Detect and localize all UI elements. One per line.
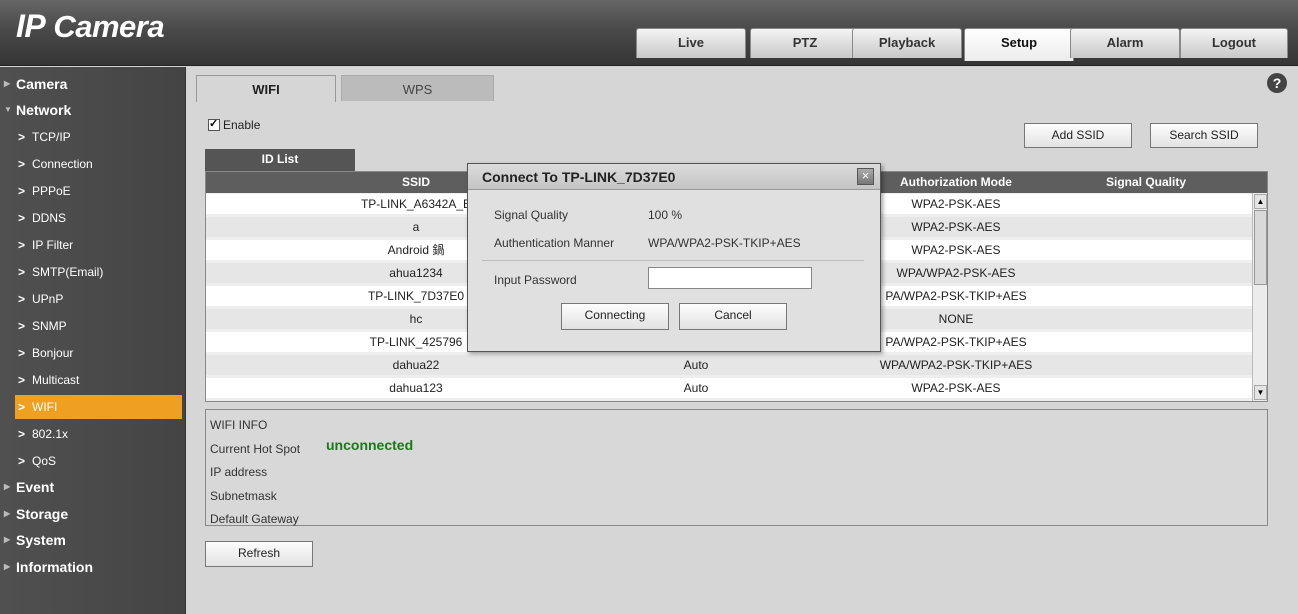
chevron-right-icon: > xyxy=(18,211,26,225)
tab-ptz[interactable]: PTZ xyxy=(750,28,860,58)
row-ssid: dahua22 xyxy=(392,358,440,372)
chevron-right-icon: > xyxy=(18,265,26,279)
tab-logout[interactable]: Logout xyxy=(1180,28,1288,58)
checkbox-checked-icon[interactable] xyxy=(208,117,220,131)
tab-live[interactable]: Live xyxy=(636,28,746,58)
row-ssid: dahua123 xyxy=(389,381,443,395)
collapsed-triangle-icon: ▶ xyxy=(4,482,11,491)
default-gateway-label: Default Gateway xyxy=(210,512,299,526)
row-auth-mode: PA/WPA2-PSK-TKIP+AES xyxy=(885,289,1027,303)
close-icon[interactable]: × xyxy=(857,168,874,185)
expanded-triangle-icon: ▼ xyxy=(4,105,12,114)
chevron-right-icon: > xyxy=(18,130,26,144)
sidebar-item-wifi[interactable]: > WIFI xyxy=(15,395,182,419)
tab-wifi[interactable]: WIFI xyxy=(196,75,336,102)
sidebar-item-ip-filter[interactable]: > IP Filter xyxy=(18,233,182,257)
collapsed-triangle-icon: ▶ xyxy=(4,509,11,518)
sidebar-item-multicast[interactable]: > Multicast xyxy=(18,368,182,392)
connecting-button[interactable]: Connecting xyxy=(561,303,669,330)
sidebar-section-information[interactable]: ▶ Information xyxy=(0,556,186,578)
tab-setup[interactable]: Setup xyxy=(964,28,1074,61)
row-auth-mode: WPA/WPA2-PSK-TKIP+AES xyxy=(879,358,1033,372)
collapsed-triangle-icon: ▶ xyxy=(4,562,11,571)
app-window: IP Camera Live PTZ Playback Setup Alarm … xyxy=(0,0,1298,614)
table-row[interactable]: dahua123 Auto WPA2-PSK-AES xyxy=(206,378,1252,398)
sidebar-item-8021x[interactable]: >802.1x xyxy=(18,422,182,446)
row-auth-mode: NONE xyxy=(938,312,974,326)
help-icon[interactable]: ? xyxy=(1267,73,1287,93)
scroll-down-arrow-icon[interactable]: ▼ xyxy=(1254,385,1267,400)
sidebar-item-upnp[interactable]: > UPnP xyxy=(18,287,182,311)
sidebar-item-tcpip[interactable]: > TCP/IP xyxy=(18,125,182,149)
row-auth-mode: WPA/WPA2-PSK-AES xyxy=(896,266,1016,280)
signal-quality-label: Signal Quality xyxy=(494,208,569,222)
wifi-info-title: WIFI INFO xyxy=(210,418,268,432)
sidebar-section-system[interactable]: ▶ System xyxy=(0,529,186,551)
sidebar-item-connection[interactable]: > Connection xyxy=(18,152,182,176)
chevron-right-icon: > xyxy=(18,427,26,441)
tab-wps[interactable]: WPS xyxy=(341,75,494,101)
row-middle: Auto xyxy=(683,381,709,395)
dialog-divider xyxy=(482,260,864,261)
header-signal-quality: Signal Quality xyxy=(1105,175,1186,189)
chevron-right-icon: > xyxy=(18,400,26,414)
current-hot-spot-value: unconnected xyxy=(326,437,414,453)
dialog-title: Connect To TP-LINK_7D37E0 xyxy=(468,164,880,190)
row-auth-mode: WPA2-PSK-AES xyxy=(911,243,1001,257)
signal-quality-value: 100 % xyxy=(648,208,683,222)
enable-checkbox[interactable]: Enable xyxy=(208,117,261,132)
row-auth-mode: WPA2-PSK-AES xyxy=(911,220,1001,234)
app-logo: IP Camera xyxy=(16,8,165,44)
tab-alarm[interactable]: Alarm xyxy=(1070,28,1180,58)
chevron-right-icon: > xyxy=(18,157,26,171)
collapsed-triangle-icon: ▶ xyxy=(4,79,11,88)
enable-label: Enable xyxy=(223,118,261,132)
chevron-right-icon: > xyxy=(18,454,26,468)
chevron-right-icon: > xyxy=(18,373,26,387)
tab-playback[interactable]: Playback xyxy=(852,28,962,58)
connect-dialog: Connect To TP-LINK_7D37E0 × Signal Quali… xyxy=(467,163,881,352)
row-middle: Auto xyxy=(683,358,709,372)
cancel-button[interactable]: Cancel xyxy=(679,303,787,330)
chevron-right-icon: > xyxy=(18,292,26,306)
sidebar-item-qos[interactable]: > QoS xyxy=(18,449,182,473)
subnetmask-label: Subnetmask xyxy=(210,489,277,503)
sidebar-section-event[interactable]: ▶ Event xyxy=(0,476,186,498)
password-input[interactable] xyxy=(648,267,812,289)
header-auth-mode: Authorization Mode xyxy=(900,175,1012,189)
auth-manner-label: Authentication Manner xyxy=(494,236,615,250)
add-ssid-button[interactable]: Add SSID xyxy=(1024,123,1132,148)
sidebar-section-storage[interactable]: ▶ Storage xyxy=(0,503,186,525)
chevron-right-icon: > xyxy=(18,346,26,360)
sidebar: ▶ Camera ▼ Network > TCP/IP > Connection > PP… xyxy=(0,67,186,614)
id-list-tab: ID List xyxy=(205,149,355,171)
row-auth-mode: WPA2-PSK-AES xyxy=(911,197,1001,211)
table-row[interactable]: dahua22 Auto WPA/WPA2-PSK-TKIP+AES xyxy=(206,355,1252,375)
sidebar-item-ddns[interactable]: > DDNS xyxy=(18,206,182,230)
ip-address-label: IP address xyxy=(210,465,268,479)
auth-manner-value: WPA/WPA2-PSK-TKIP+AES xyxy=(648,236,801,250)
search-ssid-button[interactable]: Search SSID xyxy=(1150,123,1258,148)
refresh-button[interactable]: Refresh xyxy=(205,541,313,567)
wifi-info-panel: WIFI INFO Current Hot Spot unconnected I… xyxy=(205,409,1268,526)
chevron-right-icon: > xyxy=(18,319,26,333)
collapsed-triangle-icon: ▶ xyxy=(4,535,11,544)
sidebar-section-network[interactable]: ▼ Network xyxy=(0,99,186,121)
chevron-right-icon: > xyxy=(18,184,26,198)
chevron-right-icon: > xyxy=(18,238,26,252)
sidebar-item-bonjour[interactable]: > Bonjour xyxy=(18,341,182,365)
sidebar-item-smtp[interactable]: > SMTP(Email) xyxy=(18,260,182,284)
row-auth-mode: WPA2-PSK-AES xyxy=(911,381,1001,395)
password-label: Input Password xyxy=(494,273,577,287)
row-auth-mode: PA/WPA2-PSK-TKIP+AES xyxy=(885,335,1027,349)
sidebar-item-snmp[interactable]: > SNMP xyxy=(18,314,182,338)
header-bar: IP Camera Live PTZ Playback Setup Alarm … xyxy=(0,0,1298,66)
scroll-up-arrow-icon[interactable]: ▲ xyxy=(1254,194,1267,209)
scroll-thumb[interactable] xyxy=(1254,210,1267,285)
current-hot-spot-label: Current Hot Spot xyxy=(210,442,301,456)
sidebar-item-pppoe[interactable]: > PPPoE xyxy=(18,179,182,203)
table-scrollbar[interactable]: ▲ ▼ xyxy=(1252,193,1267,401)
sidebar-section-camera[interactable]: ▶ Camera xyxy=(0,73,186,95)
